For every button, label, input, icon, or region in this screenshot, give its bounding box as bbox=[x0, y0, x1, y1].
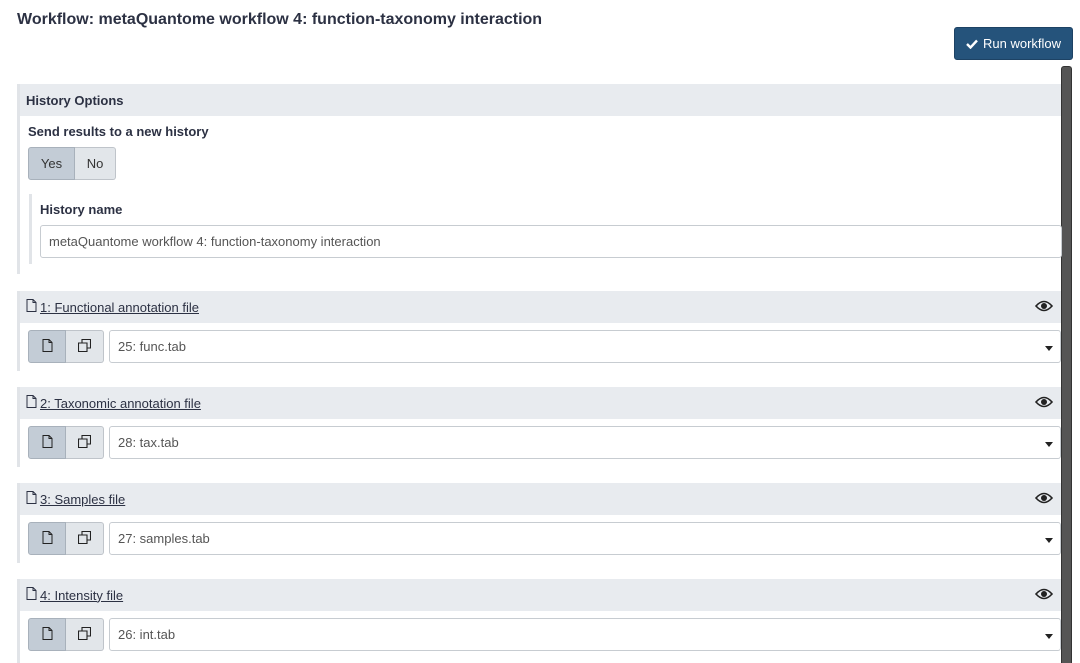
dataset-select[interactable]: 27: samples.tab bbox=[109, 522, 1061, 555]
copy-icon bbox=[77, 434, 92, 451]
copy-icon bbox=[77, 626, 92, 643]
single-dataset-button[interactable] bbox=[28, 426, 66, 459]
dataset-select-value: 28: tax.tab bbox=[118, 435, 179, 450]
step-panel: 2: Taxonomic annotation file 28: tax.tab bbox=[17, 387, 1061, 467]
dataset-mode-group bbox=[28, 330, 104, 363]
caret-down-icon bbox=[1045, 442, 1053, 447]
run-workflow-button[interactable]: Run workflow bbox=[954, 27, 1073, 60]
multiple-datasets-button[interactable] bbox=[66, 426, 104, 459]
caret-down-icon bbox=[1045, 538, 1053, 543]
toggle-yes-button[interactable]: Yes bbox=[28, 147, 75, 180]
eye-icon[interactable] bbox=[1034, 492, 1054, 507]
dataset-mode-group bbox=[28, 522, 104, 555]
dataset-mode-group bbox=[28, 618, 104, 651]
file-icon bbox=[42, 434, 53, 451]
file-icon bbox=[42, 338, 53, 355]
toggle-no-button[interactable]: No bbox=[75, 147, 116, 180]
multiple-datasets-button[interactable] bbox=[66, 618, 104, 651]
copy-icon bbox=[77, 338, 92, 355]
history-name-label: History name bbox=[40, 202, 123, 217]
eye-icon[interactable] bbox=[1034, 300, 1054, 315]
dataset-select-value: 27: samples.tab bbox=[118, 531, 210, 546]
step-title: 2: Taxonomic annotation file bbox=[40, 395, 201, 411]
file-icon bbox=[42, 626, 53, 643]
file-icon bbox=[26, 587, 37, 603]
file-icon bbox=[26, 299, 37, 315]
file-icon bbox=[26, 491, 37, 507]
history-options-panel: History Options Send results to a new hi… bbox=[17, 84, 1062, 274]
eye-icon[interactable] bbox=[1034, 396, 1054, 411]
send-results-toggle: Yes No bbox=[28, 147, 1061, 180]
scrollbar[interactable] bbox=[1061, 66, 1072, 663]
copy-icon bbox=[77, 530, 92, 547]
step-header: 3: Samples file bbox=[20, 483, 1061, 515]
send-results-label: Send results to a new history bbox=[28, 124, 209, 139]
caret-down-icon bbox=[1045, 634, 1053, 639]
run-workflow-label: Run workflow bbox=[982, 36, 1062, 51]
dataset-select-value: 25: func.tab bbox=[118, 339, 186, 354]
step-header: 4: Intensity file bbox=[20, 579, 1061, 611]
file-icon bbox=[42, 530, 53, 547]
file-icon bbox=[26, 395, 37, 411]
step-title-link[interactable]: 2: Taxonomic annotation file bbox=[26, 395, 201, 411]
eye-icon[interactable] bbox=[1034, 588, 1054, 603]
single-dataset-button[interactable] bbox=[28, 618, 66, 651]
step-header: 1: Functional annotation file bbox=[20, 291, 1061, 323]
step-title-link[interactable]: 1: Functional annotation file bbox=[26, 299, 199, 315]
multiple-datasets-button[interactable] bbox=[66, 330, 104, 363]
step-title-link[interactable]: 4: Intensity file bbox=[26, 587, 123, 603]
step-panel: 4: Intensity file 26: int.tab bbox=[17, 579, 1061, 663]
step-title-link[interactable]: 3: Samples file bbox=[26, 491, 125, 507]
step-panel: 3: Samples file 27: samples.tab bbox=[17, 483, 1061, 563]
caret-down-icon bbox=[1045, 346, 1053, 351]
page-title: Workflow: metaQuantome workflow 4: funct… bbox=[17, 11, 543, 28]
history-name-section: History name metaQuantome workflow 4: fu… bbox=[29, 194, 1062, 264]
dataset-select[interactable]: 28: tax.tab bbox=[109, 426, 1061, 459]
step-title: 4: Intensity file bbox=[40, 587, 124, 603]
dataset-select[interactable]: 26: int.tab bbox=[109, 618, 1061, 651]
step-title: 1: Functional annotation file bbox=[40, 299, 199, 315]
dataset-mode-group bbox=[28, 426, 104, 459]
dataset-select[interactable]: 25: func.tab bbox=[109, 330, 1061, 363]
step-title: 3: Samples file bbox=[40, 491, 126, 507]
step-header: 2: Taxonomic annotation file bbox=[20, 387, 1061, 419]
dataset-select-value: 26: int.tab bbox=[118, 627, 176, 642]
single-dataset-button[interactable] bbox=[28, 522, 66, 555]
history-name-input[interactable]: metaQuantome workflow 4: function-taxono… bbox=[40, 225, 1062, 258]
single-dataset-button[interactable] bbox=[28, 330, 66, 363]
history-options-header: History Options bbox=[20, 84, 1061, 116]
check-icon bbox=[966, 39, 978, 49]
step-panel: 1: Functional annotation file 25: func.t… bbox=[17, 291, 1061, 371]
multiple-datasets-button[interactable] bbox=[66, 522, 104, 555]
